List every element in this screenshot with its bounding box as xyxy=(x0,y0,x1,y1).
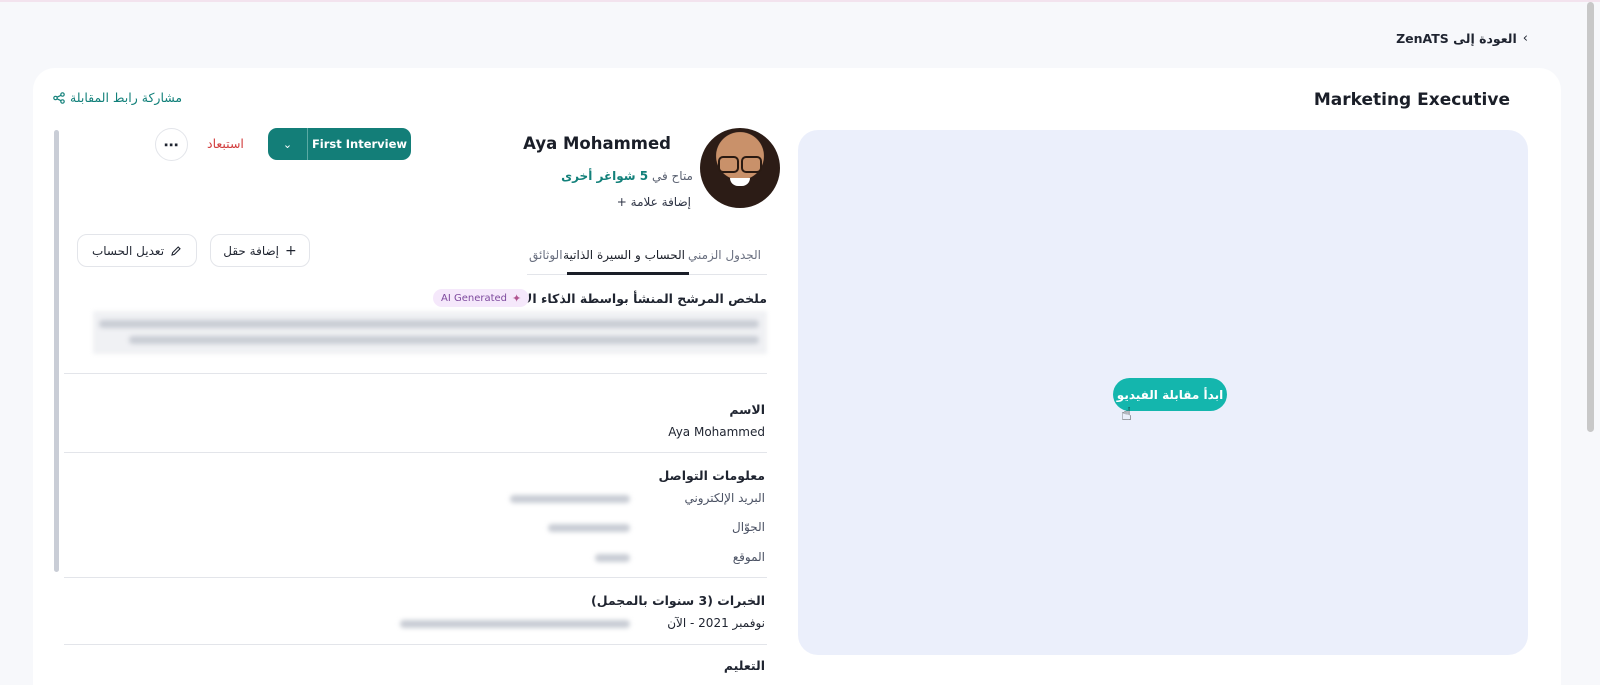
reject-button[interactable]: استبعاد xyxy=(207,136,244,151)
stage-label[interactable]: First Interview xyxy=(308,128,411,160)
interview-card: Marketing Executive مشاركة رابط المقابلة… xyxy=(33,68,1561,685)
name-label: الاسم xyxy=(729,402,765,417)
blurred-text-line xyxy=(129,336,759,344)
add-tag-label: إضافة علامة xyxy=(630,195,691,209)
experience-title-blurred xyxy=(400,620,630,628)
chevron-right-icon: › xyxy=(1522,31,1528,46)
sparkle-icon: ✦ xyxy=(512,291,522,305)
profile-tabs: الجدول الزمني الحساب و السيرة الذاتية ال… xyxy=(527,240,767,275)
divider xyxy=(64,644,767,645)
candidate-name: Aya Mohammed xyxy=(523,134,671,153)
email-value-blurred xyxy=(510,495,630,503)
back-link-label: العودة إلى ZenATS xyxy=(1396,31,1517,46)
ai-badge-label: AI Generated xyxy=(441,292,508,304)
stage-selector[interactable]: ⌄ First Interview xyxy=(268,128,411,160)
active-tab-indicator xyxy=(567,272,689,275)
name-value: Aya Mohammed xyxy=(668,425,765,439)
chevron-down-icon[interactable]: ⌄ xyxy=(268,128,308,160)
ai-summary-blurred xyxy=(93,311,767,354)
contact-info-label: معلومات التواصل xyxy=(658,468,765,483)
plus-icon: + xyxy=(616,195,627,209)
location-value-blurred xyxy=(595,554,630,562)
left-panel-scrollbar[interactable] xyxy=(54,130,59,572)
tab-profile-cv[interactable]: الحساب و السيرة الذاتية xyxy=(563,248,685,262)
hand-cursor-icon: ☝ xyxy=(1121,404,1132,425)
divider xyxy=(64,452,767,453)
available-suffix: شواغر أخرى xyxy=(561,169,636,183)
divider xyxy=(64,373,767,374)
job-title: Marketing Executive xyxy=(1313,90,1510,110)
location-label: الموقع xyxy=(732,550,765,564)
avatar xyxy=(700,128,780,208)
edit-profile-label: تعديل الحساب xyxy=(91,243,165,258)
experience-label: الخبرات (3 سنوات بالمجمل) xyxy=(591,593,765,608)
page-scrollbar[interactable] xyxy=(1587,2,1594,432)
share-icon xyxy=(53,91,65,104)
share-link-label: مشاركة رابط المقابلة xyxy=(70,90,183,105)
divider xyxy=(64,577,767,578)
blurred-text-line xyxy=(99,320,759,328)
pencil-icon xyxy=(171,245,181,256)
add-field-button[interactable]: + إضافة حقل xyxy=(210,234,310,267)
tab-timeline[interactable]: الجدول الزمني xyxy=(688,248,761,262)
avatar-smile xyxy=(730,178,750,186)
tab-documents[interactable]: الوثائق xyxy=(529,248,563,262)
back-link[interactable]: › العودة إلى ZenATS xyxy=(1396,31,1528,46)
mobile-value-blurred xyxy=(548,524,630,532)
available-prefix: متاح في xyxy=(651,169,693,183)
avatar-glasses xyxy=(718,156,762,173)
plus-icon: + xyxy=(285,242,297,259)
education-label: التعليم xyxy=(723,658,765,673)
add-field-label: إضافة حقل xyxy=(223,243,280,258)
video-panel: ابدأ مقابلة الفيديو ☝ xyxy=(798,130,1528,655)
ai-generated-badge: AI Generated ✦ xyxy=(433,289,530,307)
add-tag-button[interactable]: إضافة علامة + xyxy=(617,195,691,209)
more-options-icon[interactable]: ⋯ xyxy=(155,128,188,161)
mobile-label: الجوّال xyxy=(732,520,765,534)
top-border xyxy=(0,0,1600,2)
available-count: 5 xyxy=(639,169,649,183)
available-in-other-vacancies[interactable]: متاح في 5 شواغر أخرى xyxy=(561,169,693,183)
edit-profile-button[interactable]: تعديل الحساب xyxy=(77,234,197,267)
share-interview-link[interactable]: مشاركة رابط المقابلة xyxy=(53,90,182,105)
experience-date: نوفمبر 2021 - الآن xyxy=(667,616,765,630)
email-label: البريد الإلكتروني xyxy=(684,491,765,505)
